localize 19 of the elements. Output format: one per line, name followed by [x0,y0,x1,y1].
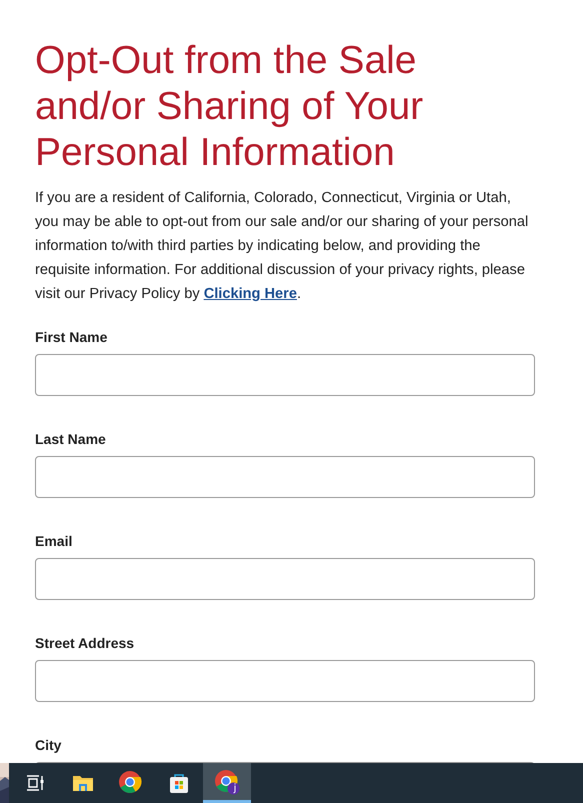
profile-initial: j [232,783,238,795]
field-label: First Name [35,328,108,346]
store-bag-icon [168,772,190,794]
page-heading: Opt-Out from the Sale and/or Sharing of Your Personal Information [35,38,424,176]
input-field[interactable] [35,660,535,702]
privacy-policy-link[interactable]: Clicking Here [204,286,297,302]
taskbar-button[interactable]: j [203,763,251,803]
browser-icon [118,770,144,796]
folder-icon [72,773,94,793]
field-label: Email [35,532,74,550]
field-label: City [35,736,62,754]
task-view-icon [26,774,44,792]
field-label: Last Name [35,430,107,448]
input-field[interactable] [35,354,535,396]
input-field[interactable] [35,558,535,600]
input-field[interactable] [35,456,535,498]
browser-profile-icon [214,768,240,794]
intro-paragraph: If you are a resident of California, Colorado, Connecticut, Virginia or Utah, you may be able to opt-out from our sale and/or our sharing of your personal information to/with third parties by indicating below, and providing the requisite information. For additional discussion of your privacy rights, please visit our Privacy Policy by Clicking Here. [35,189,530,304]
field-label: Street Address [35,634,136,652]
